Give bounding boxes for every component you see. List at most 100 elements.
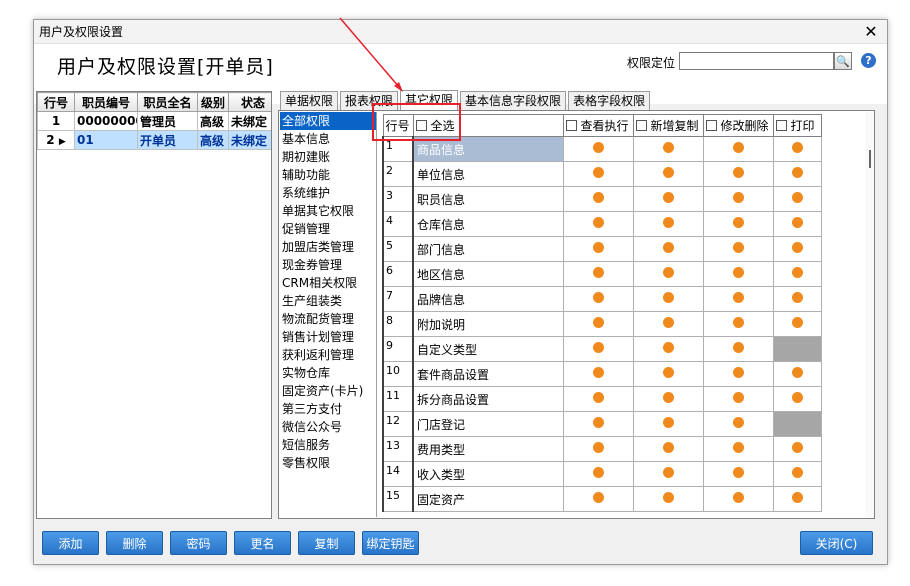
permission-row[interactable]: 3 职员信息 (382, 186, 822, 212)
edit-permission-cell[interactable] (702, 261, 774, 287)
add-permission-cell[interactable] (632, 211, 704, 237)
user-name[interactable]: 开单员 (137, 130, 198, 150)
permission-row[interactable]: 6 地区信息 (382, 261, 822, 287)
user-code[interactable]: 00000000 (74, 111, 138, 131)
permission-row[interactable]: 10 套件商品设置 (382, 361, 822, 387)
edit-permission-cell[interactable] (702, 286, 774, 312)
category-item[interactable]: 现金券管理 (280, 256, 376, 274)
add-permission-cell[interactable] (632, 186, 704, 212)
help-icon[interactable]: ? (861, 53, 876, 68)
table-row[interactable]: 1 00000000 管理员 高级 未绑定 (37, 111, 271, 131)
col-level[interactable]: 级别 (197, 92, 229, 112)
permission-name[interactable]: 仓库信息 (412, 211, 564, 237)
locate-input[interactable] (679, 52, 834, 70)
permission-row[interactable]: 4 仓库信息 (382, 211, 822, 237)
permission-row[interactable]: 9 自定义类型 (382, 336, 822, 362)
edit-header[interactable]: 修改删除 (702, 114, 774, 137)
view-permission-cell[interactable] (562, 186, 634, 212)
add-permission-cell[interactable] (632, 161, 704, 187)
edit-permission-cell[interactable] (702, 436, 774, 462)
category-item[interactable]: 销售计划管理 (280, 328, 376, 346)
permission-name[interactable]: 品牌信息 (412, 286, 564, 312)
permission-name[interactable]: 地区信息 (412, 261, 564, 287)
category-item[interactable]: 生产组装类 (280, 292, 376, 310)
category-item[interactable]: 全部权限 (280, 112, 376, 130)
category-item[interactable]: 加盟店类管理 (280, 238, 376, 256)
bind-key-button[interactable]: 绑定钥匙 (362, 531, 419, 555)
permission-name[interactable]: 自定义类型 (412, 336, 564, 362)
tab-document-permissions[interactable]: 单据权限 (280, 91, 339, 110)
view-permission-cell[interactable] (562, 211, 634, 237)
permission-name[interactable]: 收入类型 (412, 461, 564, 487)
permission-name[interactable]: 附加说明 (412, 311, 564, 337)
add-permission-cell[interactable] (632, 361, 704, 387)
print-permission-cell[interactable] (772, 361, 822, 387)
category-item[interactable]: 实物仓库 (280, 364, 376, 382)
print-permission-cell[interactable] (772, 336, 822, 362)
permission-row[interactable]: 14 收入类型 (382, 461, 822, 487)
copy-button[interactable]: 复制 (298, 531, 355, 555)
permission-name[interactable]: 费用类型 (412, 436, 564, 462)
print-permission-cell[interactable] (772, 236, 822, 262)
add-permission-cell[interactable] (632, 336, 704, 362)
category-item[interactable]: 基本信息 (280, 130, 376, 148)
col-code[interactable]: 职员编号 (74, 92, 138, 112)
add-permission-cell[interactable] (632, 486, 704, 512)
password-button[interactable]: 密码 (170, 531, 227, 555)
edit-checkbox[interactable] (705, 120, 717, 131)
view-permission-cell[interactable] (562, 386, 634, 412)
print-permission-cell[interactable] (772, 186, 822, 212)
add-permission-cell[interactable] (632, 386, 704, 412)
permission-name[interactable]: 拆分商品设置 (412, 386, 564, 412)
category-item[interactable]: 获利返利管理 (280, 346, 376, 364)
view-checkbox[interactable] (565, 120, 577, 131)
rename-button[interactable]: 更名 (234, 531, 291, 555)
print-permission-cell[interactable] (772, 311, 822, 337)
print-header[interactable]: 打印 (772, 114, 822, 137)
add-permission-cell[interactable] (632, 311, 704, 337)
edit-permission-cell[interactable] (702, 336, 774, 362)
category-item[interactable]: 短信服务 (280, 436, 376, 454)
edit-permission-cell[interactable] (702, 161, 774, 187)
add-permission-cell[interactable] (632, 236, 704, 262)
print-permission-cell[interactable] (772, 211, 822, 237)
print-permission-cell[interactable] (772, 411, 822, 437)
view-permission-cell[interactable] (562, 361, 634, 387)
permission-name[interactable]: 部门信息 (412, 236, 564, 262)
tab-basic-field-permissions[interactable]: 基本信息字段权限 (460, 91, 567, 110)
permission-name[interactable]: 固定资产 (412, 486, 564, 512)
user-name[interactable]: 管理员 (137, 111, 198, 131)
permission-row[interactable]: 13 费用类型 (382, 436, 822, 462)
permission-name[interactable]: 套件商品设置 (412, 361, 564, 387)
permission-row[interactable]: 12 门店登记 (382, 411, 822, 437)
add-button[interactable]: 添加 (42, 531, 99, 555)
view-permission-cell[interactable] (562, 411, 634, 437)
category-item[interactable]: 期初建账 (280, 148, 376, 166)
scroll-thumb[interactable] (869, 150, 871, 168)
table-row[interactable]: 2 ▶ 01 开单员 高级 未绑定 (37, 130, 271, 150)
edit-permission-cell[interactable] (702, 386, 774, 412)
view-permission-cell[interactable] (562, 461, 634, 487)
print-permission-cell[interactable] (772, 261, 822, 287)
permission-name[interactable]: 门店登记 (412, 411, 564, 437)
edit-permission-cell[interactable] (702, 136, 774, 162)
tab-table-field-permissions[interactable]: 表格字段权限 (568, 91, 651, 110)
vertical-scrollbar[interactable] (865, 112, 874, 517)
view-permission-cell[interactable] (562, 236, 634, 262)
print-permission-cell[interactable] (772, 136, 822, 162)
edit-permission-cell[interactable] (702, 236, 774, 262)
permission-name[interactable]: 单位信息 (412, 161, 564, 187)
view-permission-cell[interactable] (562, 261, 634, 287)
edit-permission-cell[interactable] (702, 311, 774, 337)
view-permission-cell[interactable] (562, 161, 634, 187)
print-permission-cell[interactable] (772, 161, 822, 187)
search-icon[interactable]: 🔍 (834, 52, 852, 70)
user-status[interactable]: 未绑定 (228, 130, 271, 150)
view-permission-cell[interactable] (562, 486, 634, 512)
category-item[interactable]: 单据其它权限 (280, 202, 376, 220)
category-item[interactable]: 零售权限 (280, 454, 376, 472)
view-permission-cell[interactable] (562, 436, 634, 462)
print-permission-cell[interactable] (772, 286, 822, 312)
category-item[interactable]: 微信公众号 (280, 418, 376, 436)
close-button[interactable]: 关闭(C) (800, 531, 873, 555)
